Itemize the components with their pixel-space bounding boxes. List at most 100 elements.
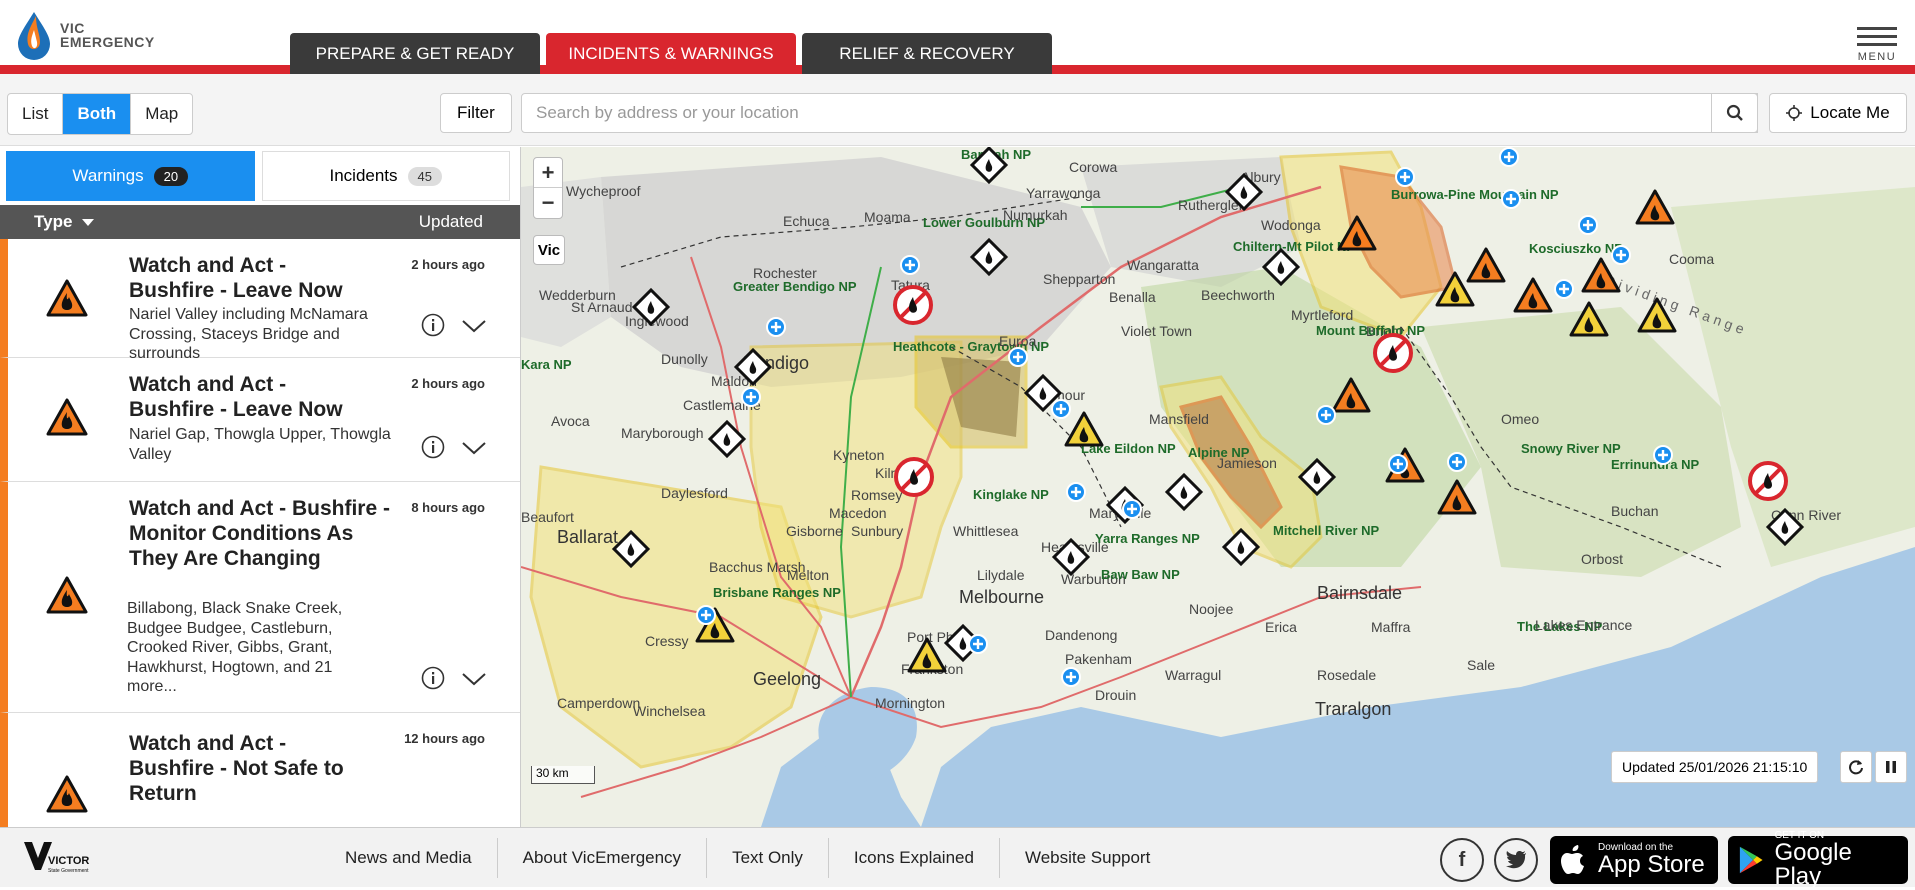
google-play-icon <box>1739 846 1763 874</box>
warning-age: 12 hours ago <box>404 731 485 746</box>
last-updated-label: Updated 25/01/2026 21:15:10 <box>1611 751 1819 783</box>
vic-logo-text: VICTORIA <box>48 855 90 867</box>
pause-button[interactable] <box>1875 751 1907 783</box>
filter-button[interactable]: Filter <box>440 93 512 133</box>
map-label: Erica <box>1265 619 1297 635</box>
map-label: Tatura <box>891 277 930 293</box>
menu-button[interactable]: MENU <box>1855 22 1899 63</box>
victoria-government-logo[interactable]: VICTORIA State Government <box>22 840 100 883</box>
info-icon[interactable] <box>421 313 445 337</box>
map-label: Ballarat <box>557 527 619 547</box>
footer-link-icons[interactable]: Icons Explained <box>829 838 1000 878</box>
map-label: Kinglake NP <box>973 487 1049 502</box>
map-label: Rutherglen <box>1178 197 1247 213</box>
map-label: Moama <box>864 209 911 225</box>
warning-title: Watch and Act - Bushfire - Not Safe to R… <box>129 732 344 805</box>
map-label: Beaufort <box>521 509 574 525</box>
vic-logo-subtext: State Government <box>48 868 89 874</box>
footer-link-news[interactable]: News and Media <box>320 838 498 878</box>
sort-type-header[interactable]: Type <box>34 212 72 232</box>
map-label: Corowa <box>1069 159 1118 175</box>
app-store-button[interactable]: Download on the App Store <box>1550 836 1718 884</box>
map-label: Seymour <box>1029 387 1086 403</box>
bushfire-watch-act-icon <box>46 775 88 813</box>
map-label: Wodonga <box>1261 217 1321 233</box>
map-label: Sale <box>1467 657 1496 673</box>
warning-age: 2 hours ago <box>411 257 485 272</box>
info-icon[interactable] <box>421 435 445 459</box>
map-label: Cooma <box>1669 251 1715 267</box>
search-icon <box>1726 104 1743 121</box>
zoom-in-button[interactable]: + <box>534 158 562 188</box>
view-list-button[interactable]: List <box>8 94 64 134</box>
warning-item[interactable]: Watch and Act - Bushfire - Leave Now Nar… <box>0 239 520 362</box>
warning-age: 8 hours ago <box>411 500 485 515</box>
nav-tab-incidents[interactable]: INCIDENTS & WARNINGS <box>546 33 796 74</box>
map-label: Benalla <box>1109 289 1156 305</box>
map-label: Orbost <box>1581 551 1624 567</box>
map-label: Pakenham <box>1065 651 1132 667</box>
tab-incidents[interactable]: Incidents 45 <box>261 151 510 201</box>
vic-extent-button[interactable]: Vic <box>533 235 565 265</box>
chevron-down-icon[interactable] <box>461 319 487 333</box>
main-nav: PREPARE & GET READY INCIDENTS & WARNINGS… <box>290 33 1052 74</box>
footer-link-support[interactable]: Website Support <box>1000 838 1175 878</box>
zoom-out-button[interactable]: − <box>534 188 562 218</box>
site-footer: VICTORIA State Government News and Media… <box>0 827 1915 889</box>
map-label: Buchan <box>1611 503 1659 519</box>
map-label: Lilydale <box>977 567 1025 583</box>
view-map-button[interactable]: Map <box>131 94 192 134</box>
search-button[interactable] <box>1711 93 1758 133</box>
view-both-button[interactable]: Both <box>63 94 132 134</box>
caret-down-icon[interactable] <box>82 218 95 226</box>
footer-link-about[interactable]: About VicEmergency <box>498 838 708 878</box>
chevron-down-icon[interactable] <box>461 441 487 455</box>
crosshair-icon <box>1786 105 1803 121</box>
toolbar: List Both Map Filter Locate Me <box>0 74 1915 146</box>
map-label: Brisbane Ranges NP <box>713 585 841 600</box>
warning-item[interactable]: Watch and Act - Bushfire - Monitor Condi… <box>0 482 520 713</box>
sort-updated-header[interactable]: Updated <box>419 212 483 232</box>
bushfire-watch-act-icon <box>46 279 88 317</box>
vicemergency-logo[interactable]: VIC EMERGENCY <box>14 10 155 60</box>
warning-item[interactable]: Watch and Act - Bushfire - Leave Now Nar… <box>0 358 520 482</box>
warnings-count-badge: 20 <box>153 166 189 186</box>
refresh-button[interactable] <box>1840 751 1872 783</box>
locate-me-label: Locate Me <box>1810 103 1890 122</box>
flame-drop-icon <box>18 12 50 60</box>
map-label: Inglewood <box>625 313 689 329</box>
hamburger-icon-bar <box>1857 43 1897 46</box>
map-label: Beechworth <box>1201 287 1275 303</box>
map-label: Errinundra NP <box>1611 457 1700 472</box>
map-label: Greater Bendigo NP <box>733 279 857 294</box>
map-label: Maffra <box>1371 619 1411 635</box>
map-label: Romsey <box>851 487 903 503</box>
tab-warnings[interactable]: Warnings 20 <box>6 151 255 201</box>
google-play-button[interactable]: GET IT ON Google Play <box>1728 831 1908 889</box>
map-label: Yarrawonga <box>1026 185 1101 201</box>
footer-link-text-only[interactable]: Text Only <box>707 838 829 878</box>
view-switcher: List Both Map <box>7 93 194 135</box>
map-view[interactable]: Barmah NP Corowa Albury Wycheproof Echuc… <box>521 147 1915 827</box>
twitter-button[interactable] <box>1494 838 1538 882</box>
chevron-down-icon[interactable] <box>461 672 487 686</box>
locate-me-button[interactable]: Locate Me <box>1769 93 1907 133</box>
site-header: VIC EMERGENCY PREPARE & GET READY INCIDE… <box>0 0 1915 74</box>
search-input[interactable] <box>521 93 1758 133</box>
map-label: Numurkah <box>1003 207 1068 223</box>
map-label: Dandenong <box>1045 627 1118 643</box>
map-label: Kosciuszko NP <box>1529 241 1623 256</box>
nav-tab-prepare[interactable]: PREPARE & GET READY <box>290 33 540 74</box>
facebook-button[interactable]: f <box>1440 838 1484 882</box>
map-label: Lakes Entrance <box>1535 617 1633 633</box>
info-icon[interactable] <box>421 666 445 690</box>
warning-item[interactable]: Watch and Act - Bushfire - Not Safe to R… <box>0 713 520 827</box>
tab-incidents-label: Incidents <box>329 166 398 185</box>
map-label: Burrowa-Pine Mountain NP <box>1391 187 1559 202</box>
map-label: Traralgon <box>1315 699 1392 719</box>
map-label: Drouin <box>1095 687 1137 703</box>
map-label: Echuca <box>783 213 830 229</box>
warning-age: 2 hours ago <box>411 376 485 391</box>
map-canvas <box>521 147 1915 827</box>
nav-tab-relief[interactable]: RELIEF & RECOVERY <box>802 33 1052 74</box>
